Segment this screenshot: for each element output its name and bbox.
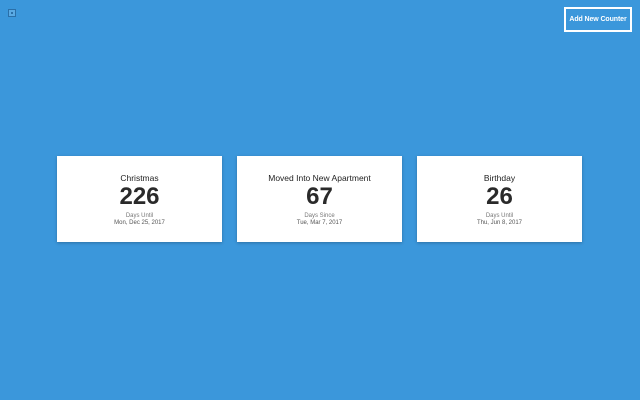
app-icon[interactable] bbox=[8, 9, 16, 17]
counter-card-christmas[interactable]: Christmas 226 Days Until Mon, Dec 25, 20… bbox=[57, 156, 222, 242]
counter-days: 226 bbox=[119, 183, 160, 210]
counter-days: 26 bbox=[486, 183, 513, 210]
counter-card-moved-into-new-apartment[interactable]: Moved Into New Apartment 67 Days Since T… bbox=[237, 156, 402, 242]
counter-label: Days Until bbox=[485, 213, 514, 219]
counter-label: Days Until bbox=[125, 213, 154, 219]
counter-date: Tue, Mar 7, 2017 bbox=[296, 220, 343, 226]
counter-date: Mon, Dec 25, 2017 bbox=[114, 220, 165, 226]
add-new-counter-button[interactable]: Add New Counter bbox=[564, 7, 632, 32]
counter-list: Christmas 226 Days Until Mon, Dec 25, 20… bbox=[57, 156, 582, 242]
app-root: Add New Counter Christmas 226 Days Until… bbox=[0, 0, 640, 400]
counter-label: Days Since bbox=[304, 213, 335, 219]
counter-card-birthday[interactable]: Birthday 26 Days Until Thu, Jun 8, 2017 bbox=[417, 156, 582, 242]
counter-date: Thu, Jun 8, 2017 bbox=[476, 220, 523, 226]
counter-days: 67 bbox=[306, 183, 333, 210]
